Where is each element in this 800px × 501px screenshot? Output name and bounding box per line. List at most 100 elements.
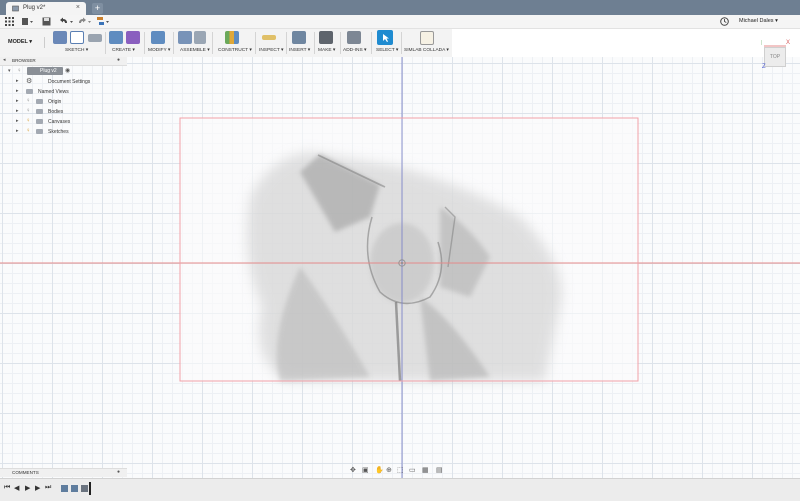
undo-icon[interactable] [60, 17, 74, 26]
toolbar-separator [371, 32, 372, 54]
grid-icon[interactable] [5, 17, 14, 26]
comments-panel-header[interactable]: COMMENTS ● [0, 468, 127, 477]
timeline-start-icon[interactable]: ⏮ [4, 484, 10, 492]
line-tool-icon[interactable] [70, 31, 84, 44]
scripts-addins-icon[interactable] [347, 31, 361, 44]
timeline-forward-icon[interactable]: ▶ [35, 484, 40, 492]
quick-access-bar: Michael Dales ▾ [0, 15, 800, 29]
collapse-arrow-icon[interactable]: ◂ [3, 57, 6, 63]
grid-settings-icon[interactable]: ▦ [422, 466, 429, 474]
visibility-bulb-icon[interactable]: ♀ [26, 108, 31, 114]
pin-icon[interactable]: ● [117, 57, 120, 63]
timeline-play-icon[interactable]: ▶ [25, 484, 30, 492]
new-component-icon[interactable] [178, 31, 192, 44]
toolbar-separator [255, 32, 256, 54]
create-menu[interactable]: CREATE ▾ [112, 48, 135, 53]
look-at-icon[interactable]: ▣ [362, 466, 369, 474]
construct-menu[interactable]: CONSTRUCT ▾ [218, 48, 252, 53]
browser-item-canvases[interactable]: ▸ ♀ Canvases [0, 117, 127, 126]
timeline-marker[interactable] [89, 482, 91, 495]
view-cube-face-top[interactable]: TOP [770, 54, 780, 60]
expand-arrow-icon[interactable]: ▸ [16, 118, 19, 124]
assemble-menu[interactable]: ASSEMBLE ▾ [180, 48, 210, 53]
modify-menu[interactable]: MODIFY ▾ [148, 48, 170, 53]
make-menu[interactable]: MAKE ▾ [318, 48, 335, 53]
clock-icon[interactable] [720, 17, 729, 26]
simlab-collada-icon[interactable] [420, 31, 434, 45]
folder-icon [36, 99, 43, 104]
zoom-icon[interactable]: ⊕ [386, 466, 392, 474]
comments-title: COMMENTS [12, 470, 39, 475]
press-pull-icon[interactable] [151, 31, 165, 44]
visibility-bulb-icon[interactable]: ♀ [26, 118, 31, 124]
document-tab-bar [0, 0, 800, 15]
document-cube-icon [12, 5, 19, 12]
visibility-bulb-icon[interactable]: ♀ [26, 128, 31, 134]
timeline-back-icon[interactable]: ◀ [14, 484, 19, 492]
browser-item-label: Named Views [38, 88, 69, 95]
pin-icon[interactable]: ● [117, 469, 120, 475]
expand-arrow-icon[interactable]: ▾ [8, 68, 11, 74]
addins-menu[interactable]: ADD-INS ▾ [343, 48, 366, 53]
inspect-menu[interactable]: INSPECT ▾ [259, 48, 283, 53]
user-account-menu[interactable]: Michael Dales ▾ [739, 18, 778, 24]
browser-item-document-settings[interactable]: ▸ ⚙ Document Settings [0, 77, 127, 86]
create-sketch-icon[interactable] [53, 31, 67, 44]
select-menu[interactable]: SELECT ▾ [376, 48, 398, 53]
toolbar-separator [105, 32, 106, 54]
folder-icon [36, 109, 43, 114]
expand-arrow-icon[interactable]: ▸ [16, 128, 19, 134]
expand-arrow-icon[interactable]: ▸ [16, 88, 19, 94]
toolbar-separator [212, 32, 213, 54]
browser-item-named-views[interactable]: ▸ Named Views [0, 87, 127, 96]
timeline-canvas-feature-icon[interactable] [61, 485, 68, 492]
view-cube-y-axis-marker: | [761, 40, 763, 46]
expand-arrow-icon[interactable]: ▸ [16, 78, 19, 84]
expand-arrow-icon[interactable]: ▸ [16, 108, 19, 114]
sketch-menu[interactable]: SKETCH ▾ [65, 48, 88, 53]
pan-hand-icon[interactable]: ✋ [375, 466, 384, 474]
timeline-end-icon[interactable]: ⏭ [45, 484, 51, 492]
job-status-icon[interactable] [97, 17, 111, 26]
browser-item-bodies[interactable]: ▸ ♀ Bodies [0, 107, 127, 116]
document-tab[interactable]: Plug v2* × [6, 2, 86, 15]
visibility-bulb-icon[interactable]: ♀ [17, 68, 22, 74]
folder-icon [36, 119, 43, 124]
insert-image-icon[interactable] [292, 31, 306, 44]
timeline-sketch-feature-icon[interactable] [81, 485, 88, 492]
redo-icon[interactable] [78, 17, 92, 26]
select-cursor-icon[interactable] [377, 30, 393, 45]
root-component-label[interactable]: Plug v2 [40, 68, 57, 74]
joint-icon[interactable] [194, 31, 206, 44]
browser-item-sketches[interactable]: ▸ ♀ Sketches [0, 127, 127, 136]
rectangle-tool-icon[interactable] [88, 34, 102, 42]
orbit-icon[interactable]: ✥ [350, 466, 356, 474]
insert-menu[interactable]: INSERT ▾ [289, 48, 310, 53]
tab-close-icon[interactable]: × [76, 4, 80, 11]
folder-icon [26, 89, 33, 94]
form-icon[interactable] [126, 31, 140, 44]
measure-icon[interactable] [262, 35, 276, 40]
fit-icon[interactable]: ⬚ [397, 466, 404, 474]
browser-item-label: Bodies [48, 108, 64, 115]
offset-plane-icon[interactable] [225, 31, 239, 44]
new-tab-button[interactable]: + [92, 3, 103, 14]
viewports-icon[interactable]: ▤ [436, 466, 443, 474]
visibility-bulb-icon[interactable]: ♀ [26, 98, 31, 104]
file-icon[interactable] [22, 17, 34, 26]
display-settings-icon[interactable]: ▭ [409, 466, 416, 474]
browser-panel-header[interactable]: ◂ BROWSER ● [0, 57, 127, 66]
view-cube[interactable]: TOP [764, 47, 786, 67]
browser-root[interactable]: ▾ ♀ Plug v2 ◉ [0, 67, 127, 76]
activate-radio-icon[interactable]: ◉ [65, 67, 70, 74]
simlab-collada-menu[interactable]: SIMLAB COLLADA ▾ [404, 48, 449, 53]
browser-item-origin[interactable]: ▸ ♀ Origin [0, 97, 127, 106]
timeline-canvas-feature-icon[interactable] [71, 485, 78, 492]
extrude-icon[interactable] [109, 31, 123, 44]
view-cube-z-axis-label: Z [762, 64, 766, 70]
view-cube-x-axis-line [764, 45, 786, 47]
expand-arrow-icon[interactable]: ▸ [16, 98, 19, 104]
workspace-switcher[interactable]: MODEL ▾ [8, 37, 45, 48]
3d-print-icon[interactable] [319, 31, 333, 44]
save-icon[interactable] [42, 17, 51, 26]
